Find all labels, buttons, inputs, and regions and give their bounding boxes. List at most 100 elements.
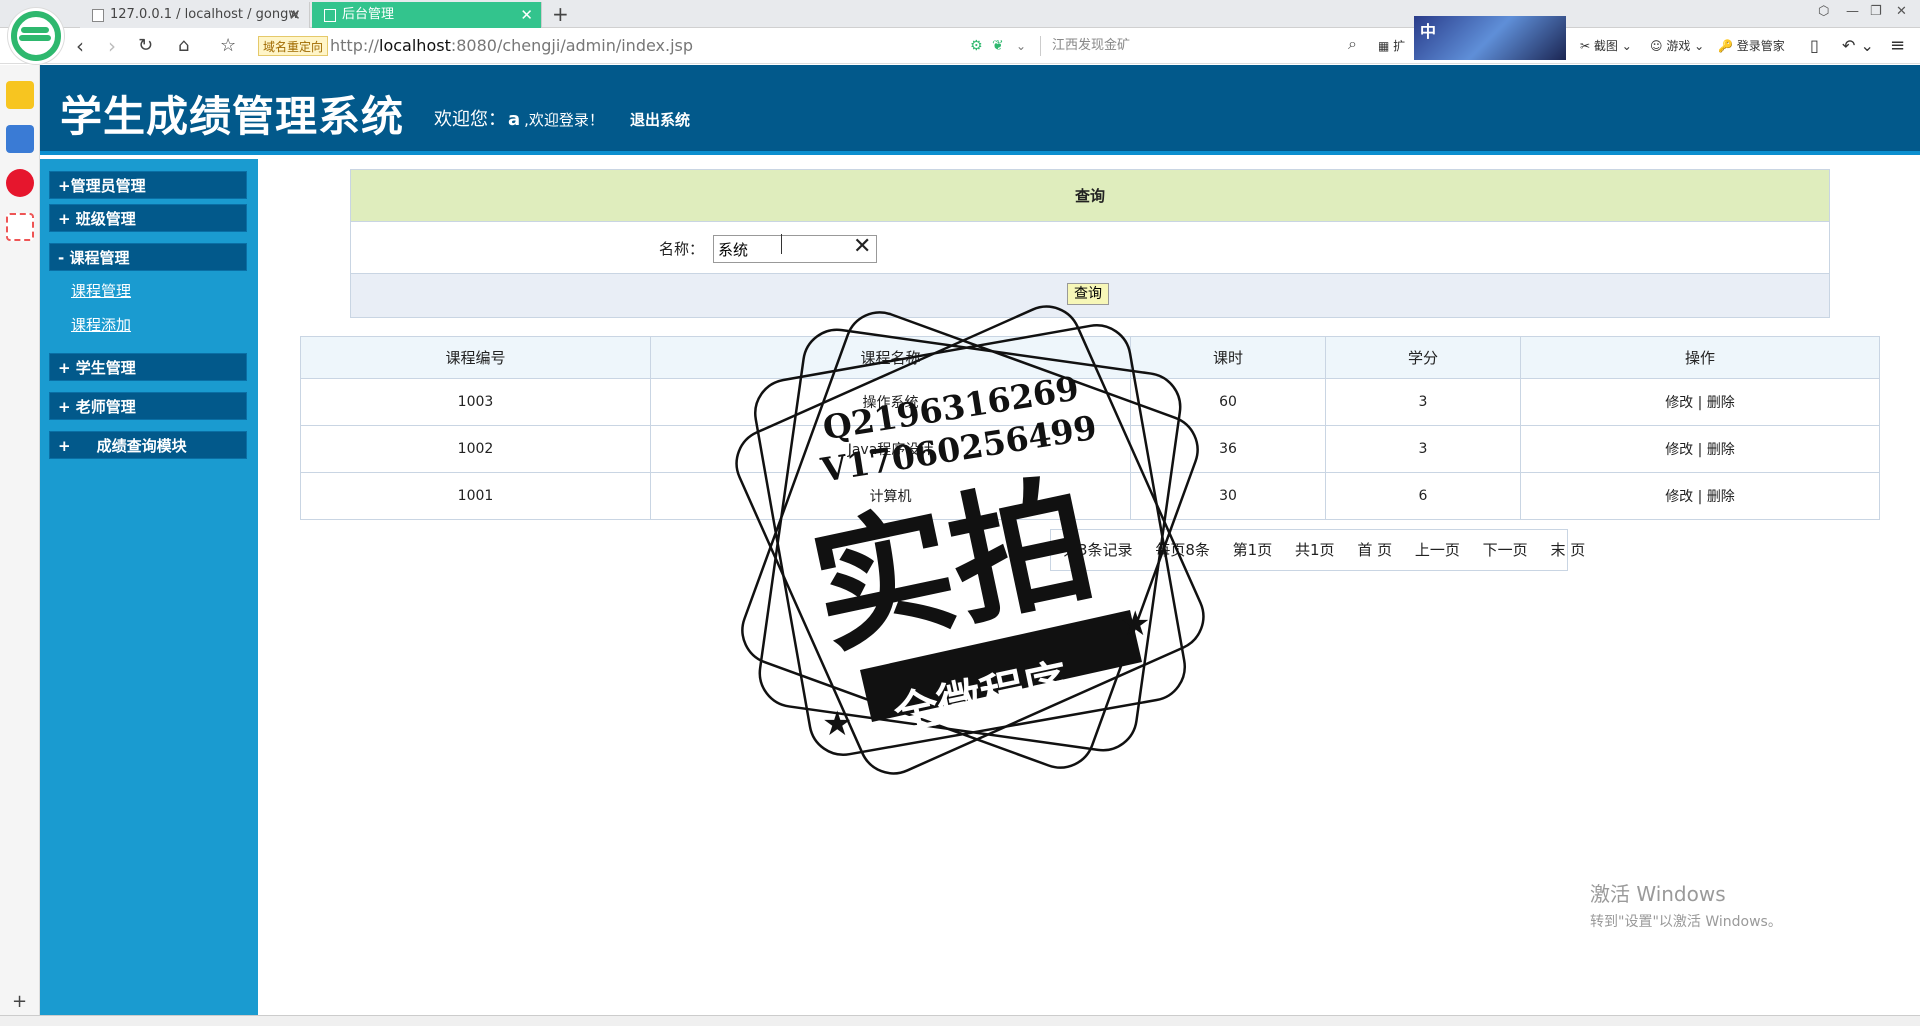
cell-id: 1002 [300,425,651,473]
course-table: 课程编号 课程名称 课时 学分 操作 1003 操作系统 60 3 修改 | 删… [300,336,1880,520]
action-sep: | [1697,442,1703,458]
games-tool[interactable]: ☺ 游戏 ⌄ [1650,36,1704,56]
tab-label: 后台管理 [342,7,395,22]
col-course-id: 课程编号 [300,336,651,379]
next-page-link[interactable]: 下一页 [1483,541,1528,559]
edit-link[interactable]: 修改 [1665,395,1693,411]
logout-link[interactable]: 退出系统 [630,109,690,130]
browser-tabbar: 127.0.0.1 / localhost / gongw ✕ 后台管理 ✕ +… [0,0,1920,28]
page-icon [92,9,104,22]
first-page-link[interactable]: 首 页 [1357,541,1392,559]
name-label: 名称： [659,240,705,258]
query-header: 查询 [351,170,1829,222]
app-window: 127.0.0.1 / localhost / gongw ✕ 后台管理 ✕ +… [0,0,1920,1026]
edit-link[interactable]: 修改 [1665,489,1693,505]
per-page: 每页8条 [1155,541,1210,559]
search-icon[interactable]: ⌕ [1348,34,1357,54]
cell-actions: 修改 | 删除 [1520,472,1880,520]
windows-activation: 激活 Windows 转到"设置"以激活 Windows。 [1590,878,1782,931]
cell-actions: 修改 | 删除 [1520,378,1880,426]
address-bar: ‹ › ↻ ⌂ ☆ 域名重定向 http://localhost:8080/ch… [0,28,1920,64]
menu-class[interactable]: + 班级管理 [49,204,247,232]
action-sep: | [1697,489,1703,505]
system-title: 学生成绩管理系统 [60,92,405,141]
login-manager-tool[interactable]: 🔑 登录管家 [1718,36,1785,56]
browser-tab-admin[interactable]: 后台管理 ✕ [312,2,542,28]
apps-icon[interactable]: ▦ 扩 [1378,36,1405,56]
query-row: 名称： ✕ [351,222,1829,274]
undo-icon[interactable]: ↶ ⌄ [1842,36,1874,56]
leaf-icon[interactable]: ❦ [992,34,1004,58]
menu-student[interactable]: + 学生管理 [49,353,247,381]
url-field[interactable]: http://localhost:8080/chengji/admin/inde… [330,36,693,56]
menu-course-manage[interactable]: 课程管理 [71,280,131,301]
delete-link[interactable]: 删除 [1707,489,1735,505]
restore-icon[interactable]: ❐ [1870,4,1882,19]
browser-sidebar: + [0,65,40,1026]
activation-hint: 转到"设置"以激活 Windows。 [1590,914,1782,930]
cell-id: 1003 [300,378,651,426]
menu-admin[interactable]: +管理员管理 [49,171,247,199]
page: 学生成绩管理系统 欢迎您： a ,欢迎登录！ 退出系统 +管理员管理 + 班级管理 … [40,65,1920,1015]
query-button[interactable]: 查询 [1067,283,1109,305]
tab-label: 127.0.0.1 / localhost / gongw [110,7,299,22]
cell-hours: 36 [1130,425,1326,473]
cell-credit: 3 [1325,378,1521,426]
cell-credit: 3 [1325,425,1521,473]
menu-course-add[interactable]: 课程添加 [71,314,131,335]
chevron-down-icon[interactable]: ⌄ [1016,34,1026,58]
home-icon[interactable]: ⌂ [178,34,189,58]
col-hours: 课时 [1130,336,1326,379]
edit-link[interactable]: 修改 [1665,442,1693,458]
table-row: 1003 操作系统 60 3 修改 | 删除 [300,378,1880,426]
reading-icon[interactable]: ▯ [1810,36,1819,56]
delete-link[interactable]: 删除 [1707,395,1735,411]
add-icon[interactable]: + [12,991,27,1012]
search-hint[interactable]: 江西发现金矿 [1052,36,1130,56]
new-tab-button[interactable]: + [552,0,569,28]
reader-icon[interactable] [6,125,34,153]
menu-score[interactable]: + 成绩查询模块 [49,431,247,459]
side-menu: +管理员管理 + 班级管理 - 课程管理 课程管理 课程添加 + 学生管理 + … [40,159,258,1015]
skin-icon[interactable]: ⬡ [1818,4,1829,19]
weibo-icon[interactable] [6,169,34,197]
minimize-icon[interactable]: — [1846,4,1859,19]
cell-name: 操作系统 [650,378,1131,426]
url-rest: :8080/chengji/admin/index.jsp [450,36,694,55]
menu-course[interactable]: - 课程管理 [49,243,247,271]
col-actions: 操作 [1520,336,1880,379]
browser-tab-phpmyadmin[interactable]: 127.0.0.1 / localhost / gongw ✕ [80,2,310,28]
action-sep: | [1697,395,1703,411]
delete-link[interactable]: 删除 [1707,442,1735,458]
security-icon[interactable]: ⚙ [970,34,983,58]
page-icon [324,9,336,22]
close-icon[interactable]: ✕ [520,2,533,28]
favorites-icon[interactable] [6,81,34,109]
table-header-row: 课程编号 课程名称 课时 学分 操作 [300,336,1880,379]
query-form: 查询 名称： ✕ 查询 [350,169,1830,318]
last-page-link[interactable]: 末 页 [1550,541,1585,559]
close-icon[interactable]: ✕ [288,2,301,28]
close-window-icon[interactable]: ✕ [1896,4,1907,19]
screenshot-tool[interactable]: ✂ 截图 ⌄ [1580,36,1632,56]
prev-page-link[interactable]: 上一页 [1415,541,1460,559]
ad-banner[interactable]: 中 [1414,16,1566,60]
mail-icon[interactable] [6,213,34,241]
menu-icon[interactable]: ≡ [1890,36,1905,56]
clear-icon[interactable]: ✕ [853,234,871,259]
menu-teacher[interactable]: + 老师管理 [49,392,247,420]
cell-credit: 6 [1325,472,1521,520]
reload-icon[interactable]: ↻ [138,34,153,58]
redirect-badge: 域名重定向 [258,36,329,56]
forward-icon[interactable]: › [108,34,116,58]
star-icon[interactable]: ☆ [220,34,236,58]
total-pages: 共1页 [1294,541,1335,559]
browser-logo [8,8,64,64]
table-row: 1001 计算机 30 6 修改 | 删除 [300,472,1880,520]
back-icon[interactable]: ‹ [76,34,84,58]
status-bar [0,1015,1920,1026]
total-records: 共3条记录 [1063,541,1133,559]
cell-actions: 修改 | 删除 [1520,425,1880,473]
cell-hours: 30 [1130,472,1326,520]
query-footer: 查询 [351,274,1829,317]
